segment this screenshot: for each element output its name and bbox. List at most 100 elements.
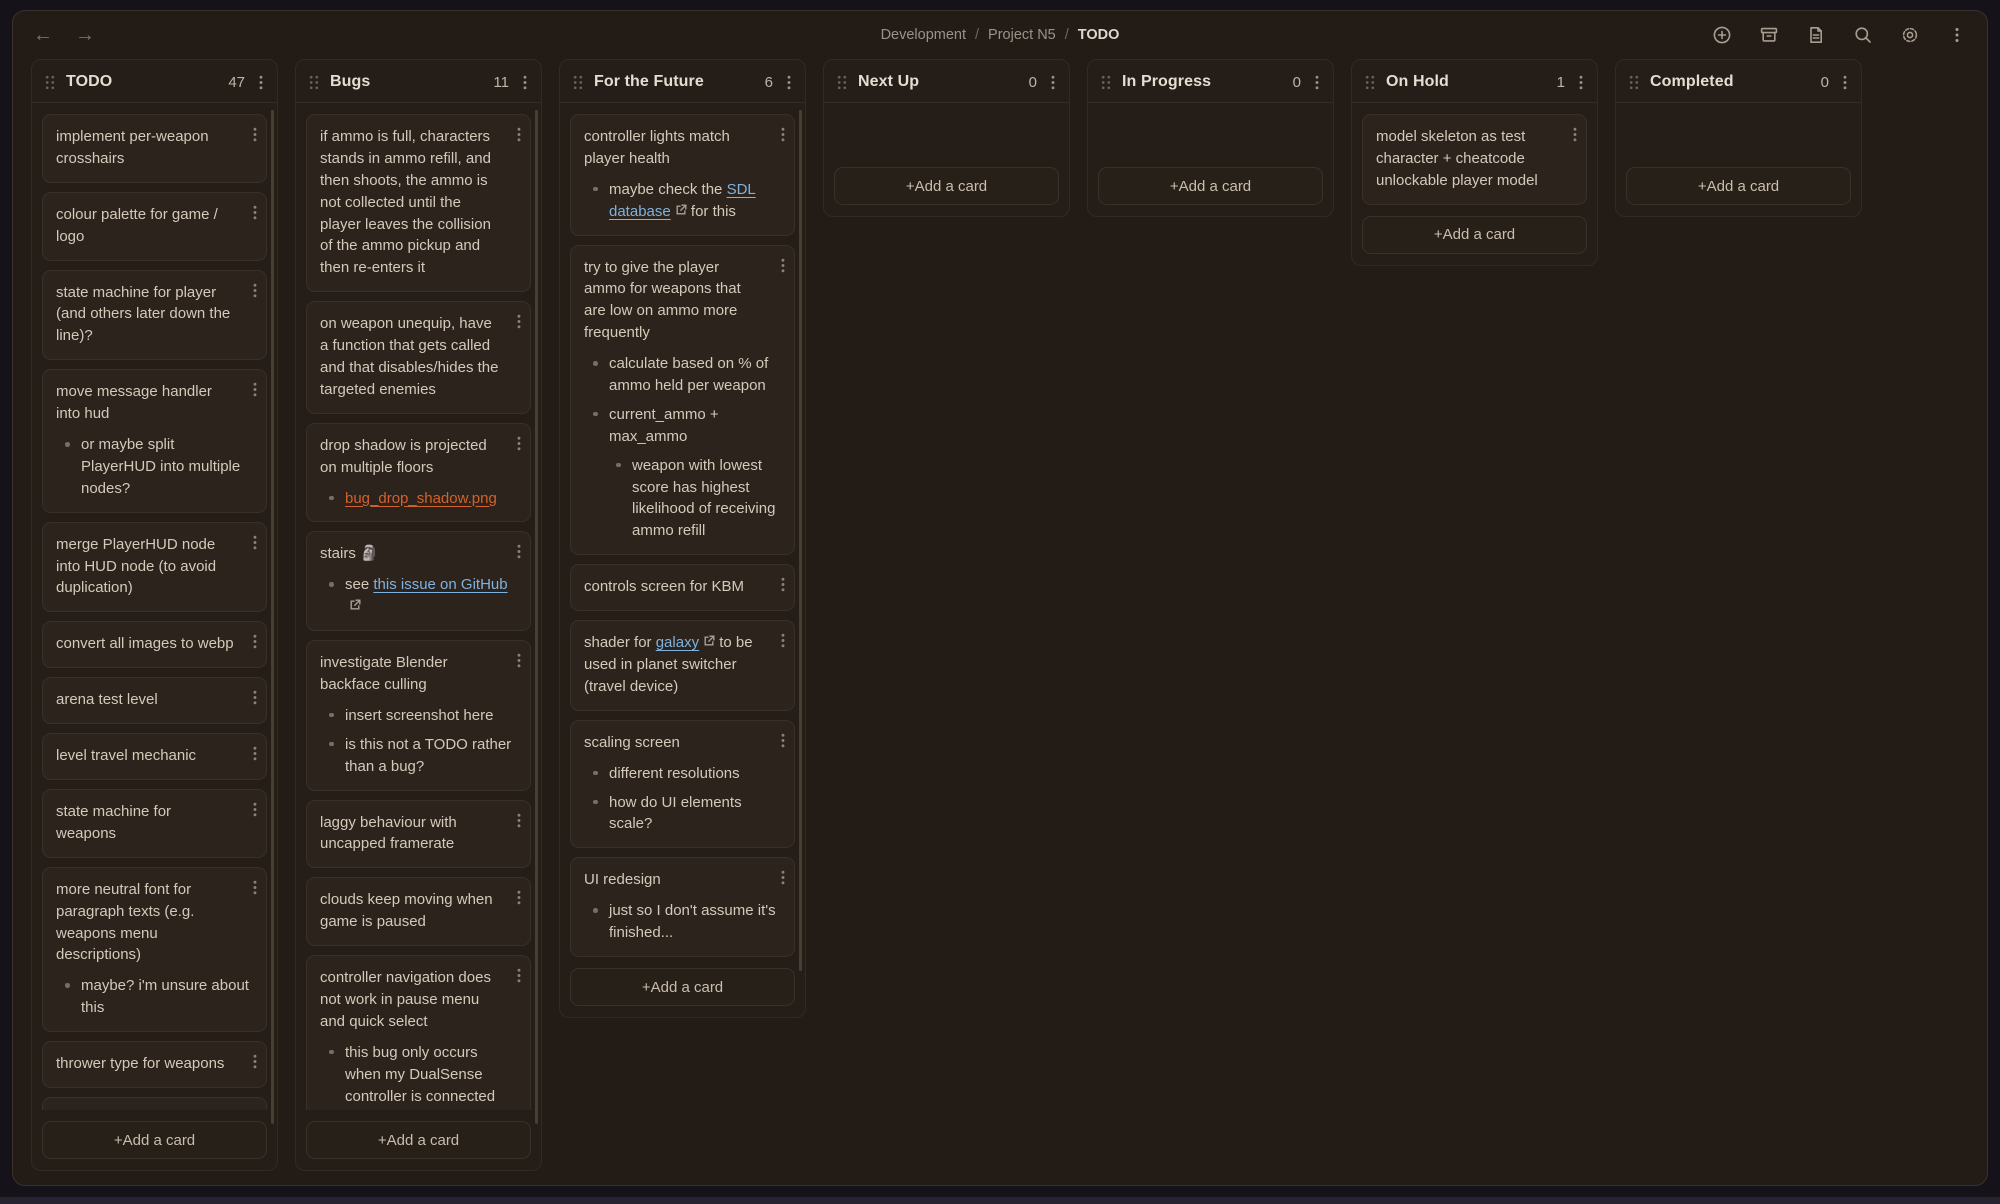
card-menu-button[interactable] (253, 535, 257, 550)
add-card-button[interactable]: +Add a card (834, 167, 1059, 205)
card[interactable]: controls screen for KBM (570, 564, 795, 611)
column-menu-button[interactable] (1579, 75, 1583, 90)
drag-handle-icon[interactable] (45, 75, 55, 90)
link[interactable]: bug_drop_shadow.png (345, 490, 497, 507)
card-menu-button[interactable] (781, 733, 785, 748)
card-menu-button[interactable] (253, 880, 257, 895)
card-menu-button[interactable] (1573, 127, 1577, 142)
card-menu-button[interactable] (781, 870, 785, 885)
drag-handle-icon[interactable] (1101, 75, 1111, 90)
card[interactable]: convert all images to webp (42, 621, 267, 668)
card-menu-button[interactable] (253, 802, 257, 817)
more-vertical-icon[interactable] (1947, 25, 1967, 45)
text-segment: just so I don't assume it's finished... (609, 902, 776, 941)
column-menu-button[interactable] (1051, 75, 1055, 90)
card-menu-button[interactable] (781, 633, 785, 648)
card[interactable]: more neutral font for paragraph texts (e… (42, 867, 267, 1032)
add-card-button[interactable]: +Add a card (1626, 167, 1851, 205)
column-card-count: 0 (1293, 74, 1301, 91)
card[interactable]: implement per-weapon crosshairs (42, 114, 267, 183)
column-menu-button[interactable] (1315, 75, 1319, 90)
forward-button[interactable]: → (75, 25, 95, 45)
card-title: if ammo is full, characters stands in am… (320, 126, 517, 279)
link[interactable]: this issue on GitHub (373, 576, 507, 593)
card-menu-button[interactable] (517, 813, 521, 828)
column-scrollbar[interactable] (799, 110, 802, 971)
card[interactable]: laggy behaviour with uncapped framerate (306, 800, 531, 869)
bullet-dot (593, 361, 598, 366)
breadcrumb-project[interactable]: Project N5 (988, 27, 1056, 43)
add-card-button[interactable]: +Add a card (306, 1121, 531, 1159)
card[interactable]: clouds keep moving when game is paused (306, 877, 531, 946)
add-card-button[interactable]: +Add a card (42, 1121, 267, 1159)
card-menu-button[interactable] (517, 890, 521, 905)
kanban-board: TODO47implement per-weapon crosshairscol… (31, 59, 1987, 1171)
drag-handle-icon[interactable] (1629, 75, 1639, 90)
breadcrumb-workspace[interactable]: Development (881, 27, 966, 43)
card[interactable]: controller navigation does not work in p… (306, 955, 531, 1110)
card[interactable]: drop shadow is projected on multiple flo… (306, 423, 531, 523)
card[interactable]: arena test level (42, 677, 267, 724)
card[interactable]: stairs 🗿see this issue on GitHub (306, 531, 531, 631)
back-button[interactable]: ← (33, 25, 53, 45)
column-menu-button[interactable] (259, 75, 263, 90)
card[interactable]: thrower type for weapons (42, 1041, 267, 1088)
column-scrollbar[interactable] (271, 110, 274, 1124)
column-card-count: 6 (765, 74, 773, 91)
card-menu-button[interactable] (517, 544, 521, 559)
link[interactable]: galaxy (656, 634, 699, 651)
card-menu-button[interactable] (253, 634, 257, 649)
card-menu-button[interactable] (517, 968, 521, 983)
card-menu-button[interactable] (253, 382, 257, 397)
card-menu-button[interactable] (517, 653, 521, 668)
archive-icon[interactable] (1759, 25, 1779, 45)
card-menu-button[interactable] (253, 1054, 257, 1069)
column-menu-button[interactable] (523, 75, 527, 90)
card[interactable]: scaling screendifferent resolutionshow d… (570, 720, 795, 849)
card[interactable]: investigate Blender backface cullinginse… (306, 640, 531, 790)
card[interactable]: move message handler into hudor maybe sp… (42, 369, 267, 512)
card[interactable]: model skeleton as test character + cheat… (1362, 114, 1587, 205)
card[interactable]: UI redesignjust so I don't assume it's f… (570, 857, 795, 957)
card-menu-button[interactable] (781, 577, 785, 592)
drag-handle-icon[interactable] (573, 75, 583, 90)
drag-handle-icon[interactable] (309, 75, 319, 90)
card-menu-button[interactable] (253, 127, 257, 142)
card-menu-button[interactable] (253, 690, 257, 705)
card-menu-button[interactable] (253, 205, 257, 220)
card-menu-button[interactable] (781, 127, 785, 142)
card-menu-button[interactable] (517, 314, 521, 329)
card[interactable]: shader for galaxy to be used in planet s… (570, 620, 795, 711)
breadcrumb-board: TODO (1078, 27, 1120, 43)
add-card-button[interactable]: +Add a card (1362, 216, 1587, 254)
card[interactable]: invincibility timer for enemies (42, 1097, 267, 1110)
card-menu-button[interactable] (253, 746, 257, 761)
add-card-button[interactable]: +Add a card (1098, 167, 1323, 205)
card-menu-button[interactable] (253, 283, 257, 298)
card-menu-button[interactable] (781, 258, 785, 273)
drag-handle-icon[interactable] (837, 75, 847, 90)
add-card-button[interactable]: +Add a card (570, 968, 795, 1006)
card-menu-button[interactable] (517, 436, 521, 451)
text-segment: convert all images to webp (56, 635, 234, 652)
drag-handle-icon[interactable] (1365, 75, 1375, 90)
card[interactable]: merge PlayerHUD node into HUD node (to a… (42, 522, 267, 613)
settings-icon[interactable] (1900, 25, 1920, 45)
card[interactable]: level travel mechanic (42, 733, 267, 780)
column-menu-button[interactable] (787, 75, 791, 90)
search-icon[interactable] (1853, 25, 1873, 45)
column-bugs: Bugs11if ammo is full, characters stands… (295, 59, 542, 1171)
text-segment: state machine for weapons (56, 803, 171, 842)
column-menu-button[interactable] (1843, 75, 1847, 90)
notes-icon[interactable] (1806, 25, 1826, 45)
card[interactable]: try to give the player ammo for weapons … (570, 245, 795, 556)
card[interactable]: if ammo is full, characters stands in am… (306, 114, 531, 292)
card[interactable]: state machine for weapons (42, 789, 267, 858)
card[interactable]: state machine for player (and others lat… (42, 270, 267, 361)
column-scrollbar[interactable] (535, 110, 538, 1124)
card-menu-button[interactable] (517, 127, 521, 142)
plus-circle-icon[interactable] (1712, 25, 1732, 45)
card[interactable]: controller lights match player healthmay… (570, 114, 795, 236)
card[interactable]: on weapon unequip, have a function that … (306, 301, 531, 414)
card[interactable]: colour palette for game / logo (42, 192, 267, 261)
